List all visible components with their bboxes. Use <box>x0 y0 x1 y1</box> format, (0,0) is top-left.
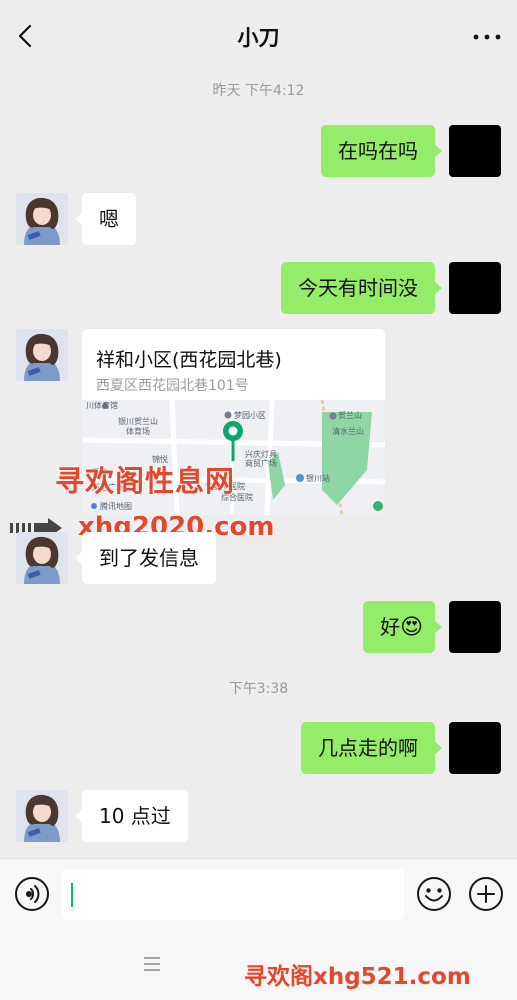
contact-message-bubble[interactable]: 嗯 <box>75 193 136 245</box>
map-label: 清水兰山 <box>332 426 364 436</box>
contact-avatar-image <box>16 790 68 842</box>
contact-avatar[interactable] <box>16 790 68 842</box>
heart-eyes-emoji-icon: 😍 <box>400 615 423 640</box>
map-label: 体育场 <box>126 426 150 436</box>
map-source-label: 腾讯地图 <box>100 501 132 511</box>
map-label: 银川站 <box>306 473 330 483</box>
map-label: 商贸广场 <box>245 458 277 468</box>
more-options-icon[interactable] <box>471 22 503 50</box>
contact-avatar-image <box>16 193 68 245</box>
map-label: 贺兰山 <box>338 410 362 420</box>
plus-icon[interactable] <box>468 876 504 912</box>
my-avatar[interactable] <box>449 125 501 177</box>
contact-avatar[interactable] <box>16 193 68 245</box>
timestamp: 下午3:38 <box>228 681 289 697</box>
voice-input-icon[interactable] <box>14 876 50 912</box>
map-label: 川体育馆 <box>86 400 118 410</box>
my-message-text: 好 <box>380 615 401 639</box>
message-input-bar <box>0 858 517 932</box>
menu-icon[interactable] <box>143 956 161 972</box>
text-cursor <box>71 883 73 907</box>
contact-avatar-image <box>16 532 68 584</box>
message-input-field[interactable] <box>62 869 404 920</box>
watermark-site-name: 寻欢阁性息网 <box>55 464 236 498</box>
my-avatar[interactable] <box>449 262 501 314</box>
location-address: 西夏区西花园北巷101号 <box>96 378 249 394</box>
my-message-bubble[interactable]: 几点走的啊 <box>301 722 442 774</box>
contact-message-bubble[interactable]: 到了发信息 <box>75 532 216 584</box>
my-avatar[interactable] <box>449 601 501 653</box>
map-label: 梦园小区 <box>234 411 266 420</box>
my-message-bubble[interactable]: 今天有时间没 <box>281 262 442 314</box>
my-message-bubble[interactable]: 在吗在吗 <box>321 125 442 177</box>
my-message-bubble[interactable]: 好😍 <box>363 601 442 653</box>
contact-avatar-image <box>16 329 68 381</box>
watermark-bottom: 寻欢阁xhg521.com <box>244 964 471 990</box>
contact-avatar[interactable] <box>16 532 68 584</box>
emoji-icon[interactable] <box>416 876 452 912</box>
map-label: 银川贺兰山 <box>118 416 158 426</box>
chat-header: 小刀 <box>0 0 517 72</box>
map-label: 兴庆灯具 <box>245 449 277 459</box>
chat-title: 小刀 <box>237 26 280 50</box>
contact-avatar[interactable] <box>16 329 68 381</box>
my-avatar[interactable] <box>449 722 501 774</box>
timestamp: 昨天 下午4:12 <box>212 83 305 99</box>
location-name: 祥和小区(西花园北巷) <box>96 349 282 371</box>
contact-message-bubble[interactable]: 10 点过 <box>75 790 188 842</box>
